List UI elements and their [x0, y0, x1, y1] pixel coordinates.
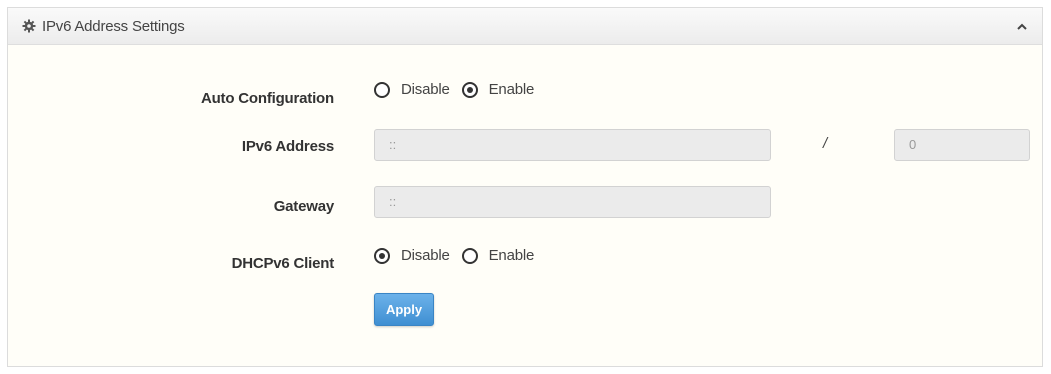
auto-configuration-radio-group: Disable Enable: [374, 81, 546, 98]
dhcpv6-client-radio-group: Disable Enable: [374, 247, 546, 264]
auto-configuration-disable-option[interactable]: Disable: [374, 81, 450, 98]
ipv6-address-input[interactable]: ::: [374, 129, 771, 161]
auto-configuration-disable-label: Disable: [401, 81, 450, 98]
ipv6-address-label: IPv6 Address: [241, 138, 334, 155]
auto-configuration-label: Auto Configuration: [200, 90, 334, 107]
dhcpv6-client-label: DHCPv6 Client: [231, 255, 335, 272]
auto-configuration-enable-option[interactable]: Enable: [461, 81, 535, 98]
ipv6-settings-panel: IPv6 Address Settings Auto Configuration…: [7, 7, 1043, 367]
auto-configuration-disable-radio[interactable]: [374, 81, 390, 98]
gateway-input[interactable]: ::: [374, 186, 771, 218]
panel-title: IPv6 Address Settings: [42, 18, 185, 35]
auto-configuration-enable-radio[interactable]: [461, 81, 478, 98]
dhcpv6-client-enable-option[interactable]: Enable: [461, 247, 535, 264]
dhcpv6-client-disable-option[interactable]: Disable: [374, 247, 450, 264]
chevron-up-icon[interactable]: [1016, 21, 1028, 33]
dhcpv6-client-disable-radio[interactable]: [374, 247, 390, 264]
prefix-separator: /: [823, 135, 828, 152]
dhcpv6-client-enable-radio[interactable]: [461, 247, 478, 264]
dhcpv6-client-disable-label: Disable: [401, 247, 450, 264]
ipv6-prefix-length-input[interactable]: 0: [894, 129, 1030, 161]
apply-button[interactable]: Apply: [374, 293, 434, 326]
gateway-label: Gateway: [273, 198, 335, 215]
dhcpv6-client-enable-label: Enable: [488, 247, 535, 264]
auto-configuration-enable-label: Enable: [488, 81, 535, 98]
panel-header: IPv6 Address Settings: [8, 8, 1042, 45]
gear-icon: [22, 19, 36, 33]
